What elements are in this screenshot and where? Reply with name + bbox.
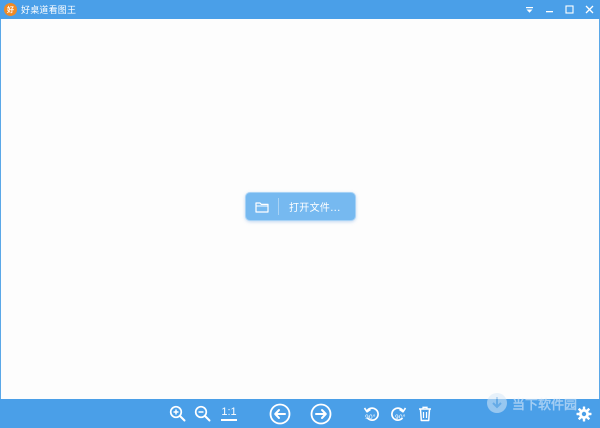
zoom-in-icon [169, 405, 185, 422]
title-bar[interactable]: 好 好桌道看图王 [0, 0, 600, 19]
open-file-label: 打开文件... [289, 203, 341, 214]
maximize-icon [564, 5, 574, 14]
app-window: 好 好桌道看图王 打开文件... 1:1 90° 90° 当下软件园 [0, 0, 600, 428]
actual-size-label: 1:1 [221, 406, 237, 419]
button-divider [278, 198, 279, 215]
close-icon [585, 5, 593, 14]
zoom-in-button[interactable] [167, 399, 187, 428]
zoom-out-button[interactable] [192, 399, 212, 428]
minimize-button[interactable] [540, 0, 558, 19]
maximize-button[interactable] [560, 0, 578, 19]
rotate-left-button[interactable]: 90° [362, 399, 382, 428]
app-logo-text: 好 [7, 5, 14, 14]
actual-size-underline [221, 419, 237, 421]
app-logo-icon: 好 [4, 3, 17, 16]
window-title: 好桌道看图王 [21, 6, 77, 16]
arrow-right-circle-icon [310, 403, 332, 424]
delete-button[interactable] [416, 399, 434, 428]
window-controls [520, 0, 600, 19]
dropdown-menu-icon [525, 6, 533, 13]
rotate-left-degree: 90° [365, 414, 376, 421]
open-file-button[interactable]: 打开文件... [245, 192, 356, 221]
trash-icon [419, 406, 431, 421]
gear-icon [576, 406, 592, 421]
watermark-text: 当下软件园 [512, 397, 578, 413]
rotate-right-button[interactable]: 90° [388, 399, 408, 428]
next-image-button[interactable] [309, 399, 333, 428]
download-logo-icon [487, 393, 507, 413]
actual-size-button[interactable]: 1:1 [218, 399, 240, 428]
previous-image-button[interactable] [268, 399, 292, 428]
minimize-icon [545, 11, 553, 13]
folder-icon [246, 193, 278, 220]
close-button[interactable] [580, 0, 598, 19]
zoom-out-icon [194, 405, 210, 422]
rotate-right-degree: 90° [395, 414, 406, 421]
window-border-left [0, 19, 1, 399]
menu-dropdown-button[interactable] [520, 0, 538, 19]
watermark: 当下软件园 [486, 389, 577, 417]
arrow-left-circle-icon [269, 403, 291, 424]
